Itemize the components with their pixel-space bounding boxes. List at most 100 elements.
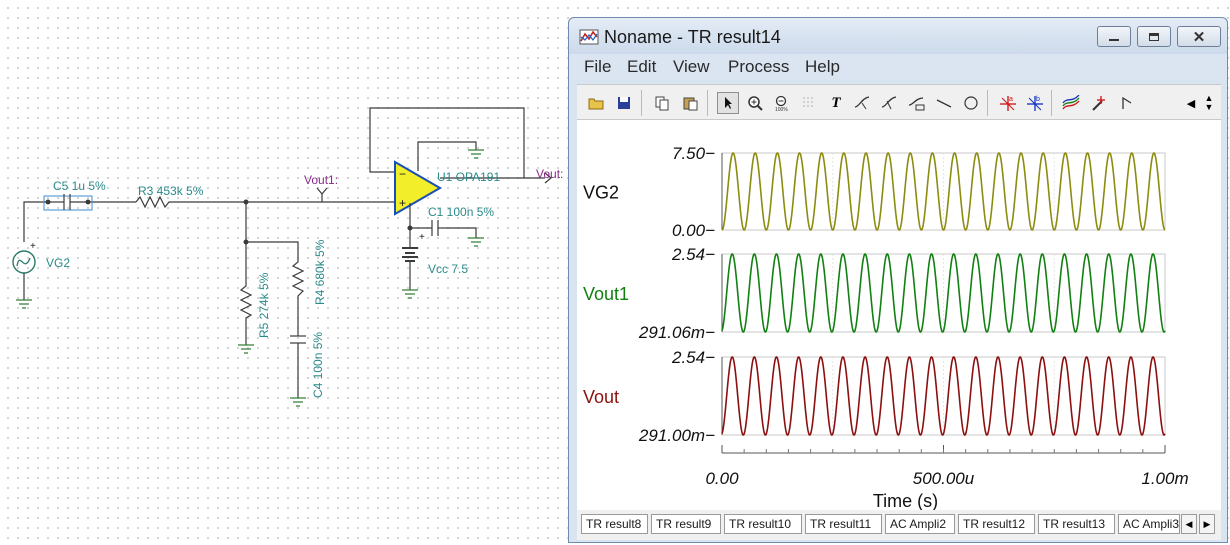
y-min-label: 0.00−: [672, 221, 715, 240]
open-folder-icon[interactable]: [585, 92, 607, 114]
label-c5: C5 1u 5%: [53, 179, 106, 193]
svg-text:−: −: [399, 167, 406, 181]
y-min-label: 291.00m−: [638, 426, 715, 445]
series-label: Vout1: [583, 284, 629, 304]
curve-label-icon[interactable]: [906, 92, 928, 114]
label-c4: C4 100n 5%: [311, 332, 325, 398]
tab-ac-ampli2[interactable]: AC Ampli2: [885, 514, 955, 534]
label-u1: U1 OPA191: [437, 170, 500, 184]
x-tick-label: 500.00u: [913, 469, 975, 488]
label-c1: C1 100n 5%: [428, 205, 494, 219]
panel-frame: [721, 253, 1166, 333]
tab-tr-result13[interactable]: TR result13: [1038, 514, 1115, 534]
capacitor-c1[interactable]: [430, 220, 446, 236]
battery-vcc[interactable]: +: [402, 232, 425, 262]
y-max-label: 2.54−: [671, 245, 715, 264]
minimize-icon: [1109, 38, 1119, 41]
junction: [243, 239, 249, 245]
toolbar-separator: [1051, 90, 1052, 116]
resistor-r4[interactable]: [291, 258, 305, 300]
menu-edit[interactable]: Edit: [627, 57, 656, 77]
add-curve-icon[interactable]: [1060, 92, 1082, 114]
circle-icon[interactable]: [960, 92, 982, 114]
label-vg2: VG2: [46, 256, 70, 270]
series-label: VG2: [583, 183, 619, 203]
x-axis-title: Time (s): [873, 491, 938, 510]
waveform-vout: [721, 356, 1166, 436]
svg-text:+: +: [30, 241, 36, 252]
minimize-button[interactable]: [1097, 26, 1131, 47]
tab-tr-result9[interactable]: TR result9: [651, 514, 721, 534]
menu-help[interactable]: Help: [805, 57, 840, 77]
y-max-label: 7.50−: [672, 144, 715, 163]
title-bar[interactable]: Noname - TR result14 ✕: [569, 18, 1227, 54]
source-vg2[interactable]: +: [12, 241, 36, 300]
panel-frame: [721, 356, 1166, 436]
paste-icon[interactable]: [679, 92, 701, 114]
panel-vout1[interactable]: 2.54− 291.06m− Vout1: [583, 245, 1166, 342]
tab-ac-ampli3[interactable]: AC Ampli3: [1118, 514, 1180, 534]
zoom-100-icon[interactable]: 100%: [771, 92, 793, 114]
line-icon[interactable]: [933, 92, 955, 114]
zoom-in-icon[interactable]: [744, 92, 766, 114]
grid-icon[interactable]: [798, 92, 820, 114]
tab-tr-result11[interactable]: TR result11: [805, 514, 882, 534]
x-axis: 0.00 500.00u 1.00m Time (s): [705, 445, 1189, 510]
maximize-button[interactable]: [1137, 26, 1171, 47]
label-vout-node: Vout:: [536, 167, 563, 181]
label-r4: R4 680k 5%: [313, 239, 327, 305]
tab-tr-result12[interactable]: TR result12: [958, 514, 1035, 534]
curve-annotate-icon[interactable]: [852, 92, 874, 114]
tab-scroll-left-icon[interactable]: ◀: [1181, 514, 1197, 534]
waveform-vout1: [721, 253, 1166, 333]
tab-scroll-right-icon[interactable]: ▶: [1199, 514, 1215, 534]
svg-text:100%: 100%: [775, 107, 788, 111]
menu-file[interactable]: File: [584, 57, 611, 77]
label-r3: R3 453k 5%: [138, 184, 204, 198]
panel-vg2[interactable]: 7.50− 0.00− VG2: [583, 144, 1166, 240]
copy-icon[interactable]: [651, 92, 673, 114]
svg-text:b: b: [1036, 96, 1040, 103]
toolbar-separator: [707, 90, 708, 116]
plot-area[interactable]: 7.50− 0.00− VG2 2.54− 291.06m− Vout1 2.54− 291.…: [577, 120, 1221, 510]
schematic-canvas[interactable]: C5 1u 5% R3 453k 5% Vout1: − + U1 OPA191…: [0, 0, 570, 545]
resistor-r5[interactable]: [239, 282, 253, 320]
x-tick-label: 1.00m: [1141, 469, 1188, 488]
close-button[interactable]: ✕: [1177, 26, 1221, 47]
menu-view[interactable]: View: [673, 57, 710, 77]
result-tabs: TR result8 TR result9 TR result10 TR res…: [577, 510, 1221, 540]
label-r5: R5 274k 5%: [257, 272, 271, 338]
save-icon[interactable]: [613, 92, 635, 114]
x-tick-label: 0.00: [705, 469, 739, 488]
result-window: Noname - TR result14 ✕ File Edit View Pr…: [568, 17, 1228, 543]
panel-vout[interactable]: 2.54− 291.00m− Vout: [583, 348, 1166, 445]
label-vcc: Vcc 7.5: [428, 262, 468, 276]
junction: [407, 225, 413, 231]
series-label: Vout: [583, 387, 619, 407]
window-title: Noname - TR result14: [604, 27, 781, 47]
scroll-left-icon[interactable]: ◀: [1183, 92, 1199, 114]
toolbar-overflow-icon[interactable]: ▲ ▼: [1201, 92, 1217, 114]
flag-icon[interactable]: [1117, 92, 1139, 114]
text-icon[interactable]: T: [825, 92, 847, 114]
menu-process[interactable]: Process: [728, 57, 789, 77]
tab-tr-result8[interactable]: TR result8: [581, 514, 648, 534]
svg-text:a: a: [1009, 96, 1013, 103]
resistor-r3[interactable]: [135, 195, 172, 209]
junction: [243, 199, 249, 205]
cursor-a-icon[interactable]: a: [997, 92, 1019, 114]
toolbar-separator: [641, 90, 642, 116]
toolbar: 100% T a b ◀ ▲ ▼: [577, 84, 1221, 120]
capacitor-c5[interactable]: [43, 194, 93, 211]
label-vout1-node: Vout1:: [304, 173, 338, 187]
close-icon: ✕: [1192, 28, 1206, 46]
select-arrow-icon[interactable]: [717, 92, 739, 114]
cursor-b-icon[interactable]: b: [1024, 92, 1046, 114]
toolbar-separator: [987, 90, 988, 116]
tab-tr-result10[interactable]: TR result10: [724, 514, 802, 534]
waveform-chart[interactable]: 7.50− 0.00− VG2 2.54− 291.06m− Vout1 2.54− 291.…: [577, 120, 1221, 510]
capacitor-c4[interactable]: [290, 330, 306, 348]
probe-vout1[interactable]: [316, 187, 328, 195]
curve-annotate-2-icon[interactable]: [879, 92, 901, 114]
marker-icon[interactable]: [1089, 92, 1111, 114]
